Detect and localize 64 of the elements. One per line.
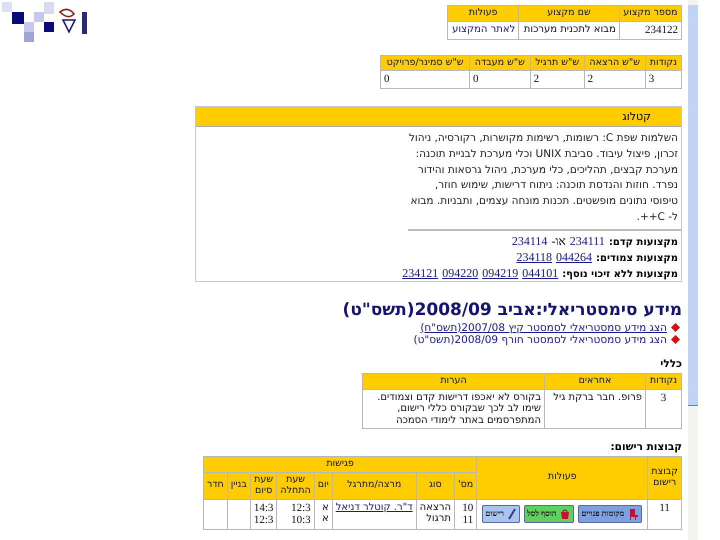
semester-link[interactable]: הצג מידע סמסטריאלי לסמסטר קיץ 2007/08(תשס"ח)	[420, 322, 667, 334]
action-button[interactable]: הוסף לסל	[524, 505, 574, 524]
column-header: אחראים	[544, 373, 646, 390]
semester-link[interactable]: הצג מידע סמסטריאלי לסמסטר חורף 2008/09(תשס"ט)	[413, 334, 667, 346]
course-description: השלמות שפת C: רשומות, רשימות מקושרות, רקורסיה, ניהול זכרון, פיצול עיבוד. סביבת UNIX וכלי מערכת לבניית תוכנה: מערכת קבצים, תהליכים, כלי מערכת, ניהול גרסאות והידור נפרד. חוזות והנדסת תוכנה: ניתוח דרישות, שימוש חוזר, טיפוסי נתונים מופשטים. תכנות מונחה עצמים, ותבניות. מבוא ל- C++.	[408, 127, 681, 231]
table-cell: מבוא לתכנית מערכות	[518, 21, 620, 40]
section-label: קבוצות רישום:	[610, 441, 682, 454]
column-header: סוג	[416, 472, 454, 500]
course-link[interactable]: 234118	[516, 250, 552, 265]
column-header: שעת התחלה	[276, 472, 314, 500]
column-header: חדר	[203, 472, 228, 500]
column-header: פעולות	[476, 456, 648, 500]
course-link[interactable]: 094219	[482, 266, 518, 281]
column-header: ש"ש סמינר/פרויקט	[380, 55, 470, 71]
column-header: ש"ש תרגיל	[530, 55, 584, 71]
column-header: ש"ש הרצאה	[584, 55, 646, 71]
table-cell: 234122	[619, 21, 682, 40]
table-cell: 11	[648, 499, 682, 530]
course-link[interactable]: 234111	[570, 234, 605, 249]
chair-icon	[627, 508, 640, 520]
course-link[interactable]: 044264	[556, 250, 592, 265]
column-header: שם מקצוע	[518, 6, 620, 22]
table-cell: 10 11	[454, 499, 477, 530]
action-button[interactable]: מקומות פנויים	[578, 505, 642, 524]
column-header: יום	[314, 472, 332, 500]
column-header: פגישות	[203, 456, 477, 472]
course-link[interactable]: 044101	[522, 266, 558, 281]
column-header: ש"ש מעבדה	[470, 55, 530, 71]
action-button[interactable]: רישום	[482, 505, 520, 524]
table-cell: הרצאה תרגול	[416, 499, 454, 530]
relation-label: מקצועות ללא זיכוי נוסף:	[562, 268, 678, 280]
column-header: קבוצת רישום	[648, 456, 682, 500]
relation-label: מקצועות קדם:	[608, 236, 678, 248]
column-header: פעולות	[448, 6, 519, 22]
basket-icon	[559, 508, 572, 520]
table-cell: 2	[530, 70, 584, 89]
table-cell: 2	[584, 70, 646, 89]
table-cell: 14:3 12:3	[250, 499, 277, 530]
course-link[interactable]: 094220	[442, 266, 478, 281]
table-cell: בקורס לא יאכפו דרישות קדם וצמודים. שימו לב לכך שבקורס כללי רישום, המתפרסמים באתר לימודי הסמכה	[362, 389, 544, 429]
column-header: בניין	[227, 472, 250, 500]
relation-label: מקצועות צמודים:	[596, 252, 678, 264]
column-header: שעת סיום	[250, 472, 277, 500]
column-header: מס'	[454, 472, 477, 500]
table-cell: 3	[645, 70, 682, 89]
pencil-icon	[506, 508, 517, 520]
column-header: נקודות	[645, 55, 682, 71]
table-cell: 12:3 10:3	[276, 499, 314, 530]
section-title: מידע סימסטריאלי:אביב 2008/09(תשס"ט)	[342, 300, 682, 320]
panel-title: קטלוג	[196, 107, 681, 128]
course-link[interactable]: 234121	[402, 266, 438, 281]
column-header: נקודות	[645, 373, 682, 390]
scroll-thumb[interactable]	[688, 5, 698, 406]
section-label: כללי	[660, 358, 682, 370]
table-cell: 0	[380, 70, 470, 89]
course-link[interactable]: 234114	[512, 234, 548, 249]
table-cell: 0	[470, 70, 530, 89]
table-cell: א א	[314, 499, 332, 530]
table-cell: 3	[645, 389, 682, 429]
column-header: הערות	[362, 373, 544, 390]
relation-text: או-	[551, 234, 566, 249]
column-header: מרצה/מתרגל	[332, 472, 416, 500]
column-header: מספר מקצוע	[619, 6, 682, 22]
table-cell: פרופ. חבר ברקת גיל	[544, 389, 646, 429]
